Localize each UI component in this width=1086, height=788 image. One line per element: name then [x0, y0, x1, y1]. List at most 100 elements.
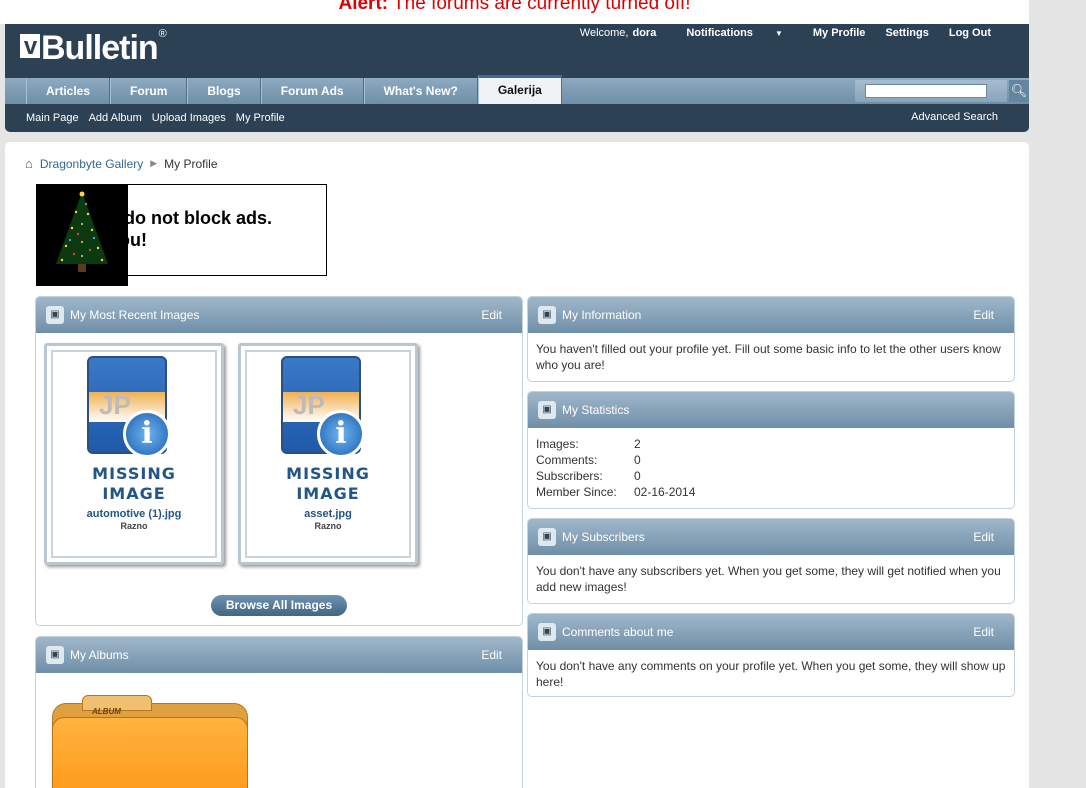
- subnav-my-profile[interactable]: My Profile: [236, 112, 285, 124]
- comments-edit-link[interactable]: Edit: [973, 625, 994, 639]
- breadcrumb-separator-icon: ▶: [150, 158, 158, 168]
- missing-line-1: MISSING: [286, 464, 370, 483]
- logo-mark: v: [20, 34, 40, 60]
- statistics-list: Images: 2 Comments: 0 Subscribers: 0 Mem…: [528, 428, 1014, 508]
- breadcrumb-gallery[interactable]: Dragonbyte Gallery: [40, 157, 143, 171]
- ad-line-2: you!: [109, 230, 147, 250]
- ad-line-1: e do not block ads.: [109, 208, 273, 228]
- tab-articles[interactable]: Articles: [26, 78, 111, 104]
- browse-all-images-button[interactable]: Browse All Images: [211, 595, 347, 616]
- site-logo[interactable]: v Bulletin®: [20, 28, 167, 68]
- site-header: v Bulletin® Welcome, dora Notifications ▼ …: [5, 24, 1029, 132]
- tab-forum[interactable]: Forum: [110, 78, 188, 104]
- information-edit-link[interactable]: Edit: [973, 308, 994, 322]
- albums-block: ▣ My Albums Edit ALBUM: [35, 636, 523, 788]
- tab-blogs[interactable]: Blogs: [187, 78, 261, 104]
- search-input[interactable]: [865, 84, 987, 98]
- stat-value: 02-16-2014: [634, 485, 696, 499]
- statistics-title: My Statistics: [562, 403, 630, 417]
- info-icon: i: [123, 410, 171, 458]
- subnav-add-album[interactable]: Add Album: [89, 112, 142, 124]
- albums-edit-link[interactable]: Edit: [481, 648, 502, 662]
- stat-value: 2: [634, 437, 641, 451]
- stat-value: 0: [634, 453, 641, 467]
- stat-label: Images:: [536, 437, 579, 451]
- missing-image-text: MISSING IMAGE: [241, 464, 415, 504]
- page-gutter: [1029, 0, 1086, 788]
- stat-label: Subscribers:: [536, 469, 603, 483]
- folder-label: ALBUM: [92, 707, 121, 716]
- user-links: Welcome, dora Notifications ▼ My Profile …: [570, 27, 1001, 39]
- subscribers-text: You don't have any subscribers yet. When…: [536, 564, 1001, 594]
- image-filename[interactable]: asset.jpg: [241, 508, 415, 520]
- christmas-tree-image: [36, 184, 128, 286]
- block-icon: ▣: [538, 623, 556, 641]
- stat-value: 0: [634, 469, 641, 483]
- information-title: My Information: [562, 308, 642, 322]
- stat-label: Comments:: [536, 453, 598, 467]
- ad-text: e do not block ads. you!: [109, 207, 272, 251]
- image-filename[interactable]: automotive (1).jpg: [47, 508, 221, 520]
- image-category[interactable]: Razno: [241, 521, 415, 531]
- notifications-menu[interactable]: Notifications ▼: [666, 27, 803, 39]
- subscribers-edit-link[interactable]: Edit: [973, 530, 994, 544]
- subnav-upload-images[interactable]: Upload Images: [152, 112, 226, 124]
- subscribers-header: ▣ My Subscribers Edit: [528, 519, 1014, 555]
- missing-image-icon: JP i: [281, 356, 365, 458]
- block-icon: ▣: [46, 646, 64, 664]
- block-icon: ▣: [538, 528, 556, 546]
- search-box: [855, 80, 1007, 102]
- missing-line-1: MISSING: [92, 464, 176, 483]
- search-button[interactable]: 🔍︎: [1009, 80, 1029, 102]
- breadcrumb-current: My Profile: [164, 156, 218, 171]
- ad-banner[interactable]: e do not block ads. you!: [36, 184, 327, 286]
- recent-images-header: ▣ My Most Recent Images Edit: [36, 297, 522, 333]
- main-navbar: Articles Forum Blogs Forum Ads What's Ne…: [5, 75, 1029, 104]
- subscribers-block: ▣ My Subscribers Edit You don't have any…: [527, 518, 1015, 604]
- my-profile-link[interactable]: My Profile: [803, 27, 876, 39]
- search-icon: 🔍︎: [1010, 83, 1028, 98]
- logo-registered: ®: [158, 28, 167, 40]
- info-icon: i: [317, 410, 365, 458]
- information-text: You haven't filled out your profile yet.…: [536, 342, 1001, 372]
- settings-link[interactable]: Settings: [875, 27, 938, 39]
- stat-label: Member Since:: [536, 485, 617, 499]
- albums-header: ▣ My Albums Edit: [36, 637, 522, 673]
- recent-images-block: ▣ My Most Recent Images Edit JP i MISSIN…: [35, 296, 523, 626]
- tab-forum-ads[interactable]: Forum Ads: [260, 78, 364, 104]
- sub-navbar: Main Page Add Album Upload Images My Pro…: [5, 104, 1029, 132]
- block-icon: ▣: [46, 306, 64, 324]
- statistics-block: ▣ My Statistics Images: 2 Comments: 0 Su…: [527, 391, 1015, 509]
- folder-icon[interactable]: ALBUM: [52, 695, 248, 788]
- alert-message: The forums are currently turned off!: [393, 0, 691, 14]
- image-thumbnail[interactable]: JP i MISSING IMAGE automotive (1).jpg Ra…: [44, 343, 224, 565]
- recent-images-edit-link[interactable]: Edit: [481, 308, 502, 322]
- breadcrumb: ⌂ Dragonbyte Gallery ▶ My Profile: [25, 156, 218, 171]
- page-content: ⌂ Dragonbyte Gallery ▶ My Profile e do n…: [5, 142, 1029, 788]
- home-icon[interactable]: ⌂: [25, 156, 33, 171]
- comments-header: ▣ Comments about me Edit: [528, 614, 1014, 650]
- statistics-header: ▣ My Statistics: [528, 392, 1014, 428]
- tab-whats-new[interactable]: What's New?: [363, 78, 478, 104]
- block-icon: ▣: [538, 306, 556, 324]
- alert-banner: Alert: The forums are currently turned o…: [0, 0, 1029, 24]
- folder-front: [52, 717, 248, 788]
- subnav-main-page[interactable]: Main Page: [26, 112, 79, 124]
- albums-title: My Albums: [70, 648, 129, 662]
- comments-text: You don't have any comments on your prof…: [536, 659, 1006, 689]
- logo-text: Bulletin: [41, 29, 159, 67]
- missing-line-2: IMAGE: [296, 484, 360, 503]
- username-link[interactable]: dora: [632, 27, 666, 39]
- chevron-down-icon: ▼: [774, 29, 783, 38]
- jp-glyph: JP: [293, 390, 325, 420]
- image-thumbnail[interactable]: JP i MISSING IMAGE asset.jpg Razno: [238, 343, 418, 565]
- tab-galerija[interactable]: Galerija: [477, 75, 562, 104]
- jp-glyph: JP: [99, 390, 131, 420]
- image-category[interactable]: Razno: [47, 521, 221, 531]
- logout-link[interactable]: Log Out: [939, 27, 1001, 39]
- advanced-search-link[interactable]: Advanced Search: [911, 111, 998, 123]
- missing-line-2: IMAGE: [102, 484, 166, 503]
- missing-image-text: MISSING IMAGE: [47, 464, 221, 504]
- comments-title: Comments about me: [562, 625, 674, 639]
- welcome-text: Welcome,: [579, 27, 629, 39]
